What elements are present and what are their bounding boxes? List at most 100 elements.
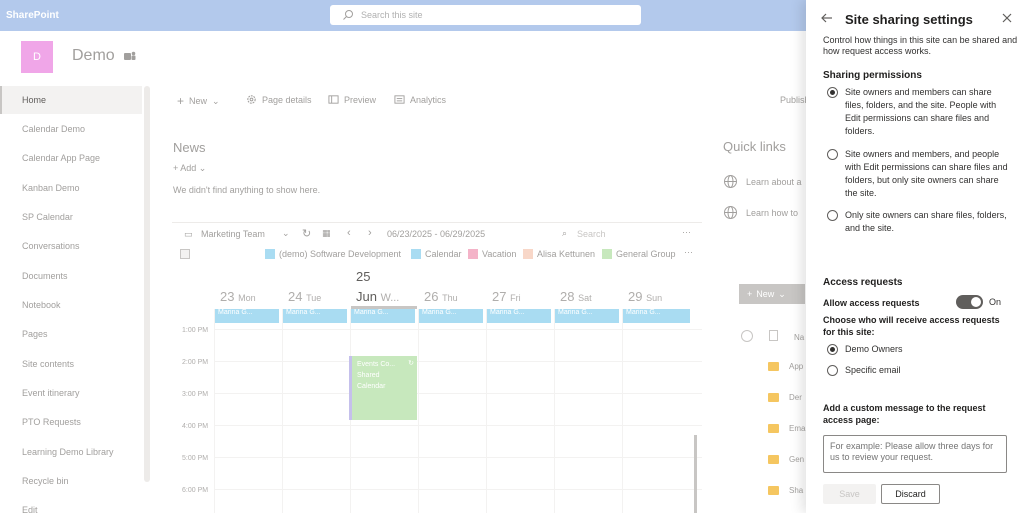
team-selector[interactable]: Marketing Team [201,229,265,239]
nav-item-home[interactable]: Home [0,86,142,114]
site-logo[interactable]: D [21,41,53,73]
site-title[interactable]: Demo [72,47,115,65]
allday-event[interactable]: Marina G... [214,309,279,323]
quick-link-label: Learn how to [746,207,799,218]
nav-item-notebook[interactable]: Notebook [0,291,142,319]
sharing-option[interactable]: Only site owners can share files, folder… [827,209,1012,235]
today-day-number[interactable]: 25 [356,269,370,284]
allday-event[interactable]: Marina G... [350,309,415,323]
legend-item[interactable]: Vacation [468,249,516,259]
analytics-label: Analytics [410,94,447,105]
refresh-icon[interactable]: ↻ [302,227,311,240]
choose-receivers-label: Choose who will receive access requests … [823,315,1000,337]
radio-button[interactable] [827,365,838,376]
chevron-left-icon[interactable]: ‹ [347,227,351,239]
nav-item-event-itinerary[interactable]: Event itinerary [0,379,142,407]
day-header[interactable]: 26 Thu [424,289,458,304]
calendar-today-icon[interactable]: ▦ [322,228,331,239]
nav-item-documents[interactable]: Documents [0,262,142,290]
grid-column-line [418,309,419,513]
chevron-down-icon: ⌄ [778,288,786,299]
close-icon[interactable] [1002,13,1012,23]
nav-item-recycle-bin[interactable]: Recycle bin [0,467,142,495]
allday-event[interactable]: Marina G... [554,309,619,323]
legend-item[interactable]: Alisa Kettunen [523,249,595,259]
save-button[interactable]: Save [823,484,876,504]
allow-access-toggle[interactable] [956,295,983,309]
document-row[interactable]: Gen [768,455,808,464]
quick-link[interactable]: Learn about a [723,174,802,189]
sharing-option[interactable]: Site owners and members can share files,… [827,86,1012,138]
search-icon: ⌕ [562,228,568,238]
sharing-option[interactable]: Site owners and members, and people with… [827,148,1012,200]
nav-item-pages[interactable]: Pages [0,320,142,348]
date-range[interactable]: 06/23/2025 - 06/29/2025 [387,229,485,239]
more-icon[interactable]: ··· [684,247,693,257]
document-row[interactable]: Der [768,393,808,402]
allday-event[interactable]: Marina G... [486,309,551,323]
new-button[interactable]: + New ⌄ [177,94,220,108]
legend-item[interactable]: (demo) Software Development [265,249,401,259]
receiver-option[interactable]: Specific email [827,364,1012,377]
app-brand[interactable]: SharePoint [6,10,59,21]
radio-button[interactable] [827,87,838,98]
allday-event[interactable]: Marina G... [282,309,347,323]
document-row[interactable]: Ema [768,424,808,433]
nav-item-calendar-app-page[interactable]: Calendar App Page [0,144,142,172]
chevron-down-icon[interactable]: ⌄ [282,228,290,239]
nav-item-kanban-demo[interactable]: Kanban Demo [0,174,142,202]
news-add-button[interactable]: + Add ⌄ [173,163,206,174]
legend-item[interactable]: Calendar [411,249,462,259]
nav-item-sp-calendar[interactable]: SP Calendar [0,203,142,231]
select-all-checkbox[interactable] [741,330,753,342]
calendar-scrollbar[interactable] [694,435,697,513]
nav-item-learning-demo-library[interactable]: Learning Demo Library [0,438,142,466]
nav-item-pto-requests[interactable]: PTO Requests [0,408,142,436]
back-arrow-icon[interactable] [821,12,833,24]
site-search-box[interactable]: Search this site [330,5,641,25]
column-header-name[interactable]: Na [794,333,804,342]
day-header[interactable]: 24 Tue [288,289,321,304]
calendar-search-placeholder[interactable]: Search [577,229,606,239]
chevron-right-icon[interactable]: › [368,227,372,239]
analytics-button[interactable]: Analytics [394,94,446,105]
nav-item-calendar-demo[interactable]: Calendar Demo [0,115,142,143]
document-row[interactable]: Sha [768,486,808,495]
documents-new-button[interactable]: + New ⌄ [739,284,805,304]
receiver-option[interactable]: Demo Owners [827,343,1012,356]
grid-hour-line [214,393,702,394]
nav-item-site-contents[interactable]: Site contents [0,350,142,378]
radio-button[interactable] [827,210,838,221]
legend-item[interactable]: General Group [602,249,676,259]
nav-item-edit[interactable]: Edit [0,496,142,513]
day-header[interactable]: 23 Mon [220,289,256,304]
radio-button[interactable] [827,149,838,160]
day-name: Tue [306,293,322,303]
document-row[interactable]: App [768,362,808,371]
search-placeholder: Search this site [361,10,423,20]
teams-icon[interactable] [124,50,136,62]
day-header[interactable]: 29 Sun [628,289,662,304]
day-number: 26 [424,289,439,304]
allday-event[interactable]: Marina G... [418,309,483,323]
custom-message-input[interactable] [823,435,1007,473]
day-number: 24 [288,289,303,304]
news-empty-message: We didn't find anything to show here. [173,185,321,195]
radio-button[interactable] [827,344,838,355]
quick-link[interactable]: Learn how to [723,205,798,220]
hour-label: 2:00 PM [182,359,209,366]
nav-item-conversations[interactable]: Conversations [0,232,142,260]
discard-button[interactable]: Discard [881,484,940,504]
select-all-checkbox[interactable] [180,249,190,259]
page-details-label: Page details [262,94,312,105]
day-header[interactable]: 27 Fri [492,289,521,304]
calendar-event[interactable]: Events Co... Shared Calendar ↻ [349,356,417,420]
radio-label: Site owners and members, and people with… [845,149,1008,198]
preview-button[interactable]: Preview [328,94,376,105]
page-details-button[interactable]: Page details [246,94,312,105]
today-header[interactable]: Jun W... [356,289,399,304]
nav-scrollbar[interactable] [144,86,150,482]
day-header[interactable]: 28 Sat [560,289,592,304]
allday-event[interactable]: Marina G... [622,309,690,323]
more-icon[interactable]: ··· [682,227,691,237]
